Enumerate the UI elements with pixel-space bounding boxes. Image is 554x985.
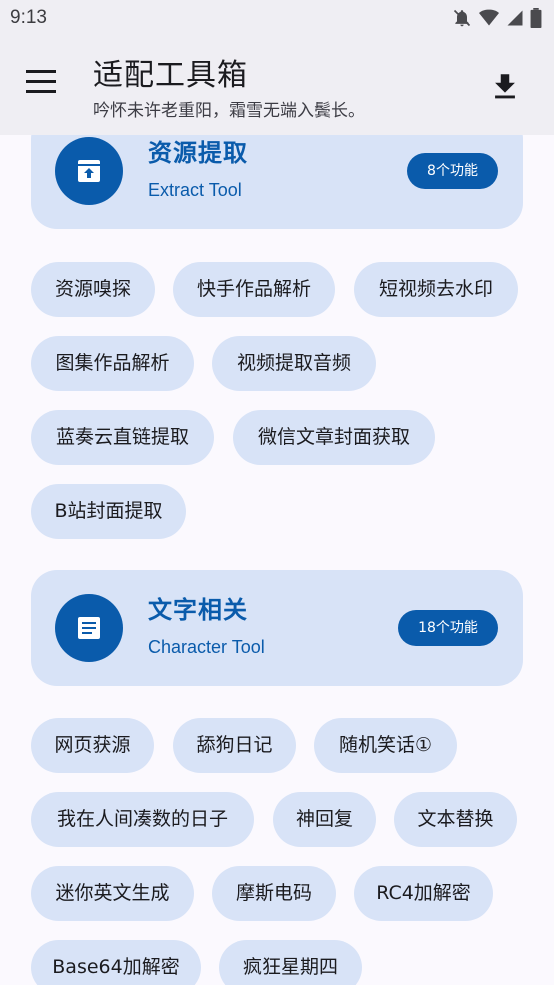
chip-tool[interactable]: 微信文章封面获取 <box>233 410 435 465</box>
chip-tool[interactable]: 蓝奏云直链提取 <box>31 410 214 465</box>
chip-tool[interactable]: 资源嗅探 <box>31 262 155 317</box>
app-title: 适配工具箱 <box>93 58 248 93</box>
section-icon-badge <box>55 594 123 662</box>
chip-tool[interactable]: 神回复 <box>273 792 376 847</box>
notifications-off-icon <box>453 9 471 27</box>
chip-tool[interactable]: 随机笑话① <box>314 718 457 773</box>
chip-tool[interactable]: 舔狗日记 <box>173 718 296 773</box>
status-time: 9:13 <box>10 7 47 28</box>
chip-tool[interactable]: RC4加解密 <box>354 866 493 921</box>
chip-tool[interactable]: 迷你英文生成 <box>31 866 194 921</box>
section-title: 资源提取 <box>148 139 248 167</box>
battery-icon <box>530 8 542 28</box>
chip-tool[interactable]: B站封面提取 <box>31 484 186 539</box>
section-icon-badge <box>55 137 123 205</box>
status-icons <box>452 7 542 29</box>
menu-icon <box>26 70 60 93</box>
chip-tool[interactable]: 文本替换 <box>394 792 517 847</box>
tool-list[interactable]: 资源提取 Extract Tool 8个功能 资源嗅探 快手作品解析 短视频去水… <box>0 135 554 985</box>
section-card-character[interactable]: 文字相关 Character Tool 18个功能 <box>31 570 523 686</box>
chip-tool[interactable]: 视频提取音频 <box>212 336 376 391</box>
chip-tool[interactable]: 网页获源 <box>31 718 154 773</box>
chip-tool[interactable]: 短视频去水印 <box>354 262 518 317</box>
unarchive-icon <box>78 160 100 182</box>
chip-tool[interactable]: 疯狂星期四 <box>219 940 362 985</box>
download-button[interactable] <box>488 70 522 104</box>
signal-icon <box>507 10 523 26</box>
app-subtitle: 吟怀未许老重阳，霜雪无端入鬓长。 <box>93 101 365 121</box>
chip-tool[interactable]: Base64加解密 <box>31 940 201 985</box>
feature-count-badge: 18个功能 <box>398 610 498 646</box>
chip-tool[interactable]: 我在人间凑数的日子 <box>31 792 254 847</box>
section-subtitle: Extract Tool <box>148 180 242 200</box>
section-subtitle: Character Tool <box>148 637 265 657</box>
feature-count-badge: 8个功能 <box>407 153 498 189</box>
menu-button[interactable] <box>26 70 60 100</box>
app-bar: 适配工具箱 吟怀未许老重阳，霜雪无端入鬓长。 <box>0 36 554 135</box>
article-icon <box>78 617 100 639</box>
chip-tool[interactable]: 摩斯电码 <box>212 866 336 921</box>
wifi-icon <box>479 9 499 26</box>
section-title: 文字相关 <box>148 596 248 624</box>
download-icon <box>495 74 515 99</box>
chip-tool[interactable]: 快手作品解析 <box>173 262 335 317</box>
chip-tool[interactable]: 图集作品解析 <box>31 336 194 391</box>
section-card-extract[interactable]: 资源提取 Extract Tool 8个功能 <box>31 135 523 229</box>
status-bar: 9:13 <box>0 0 554 36</box>
